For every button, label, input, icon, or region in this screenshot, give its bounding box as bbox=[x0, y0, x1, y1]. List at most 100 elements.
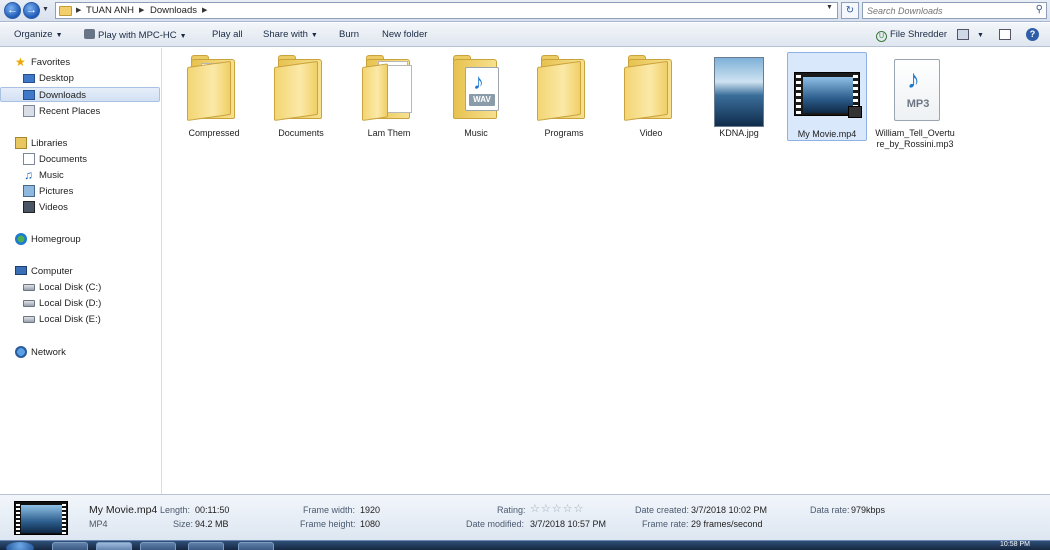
wav-badge: WAV bbox=[469, 94, 495, 106]
nav-local-disk-c[interactable]: Local Disk (C:) bbox=[0, 280, 160, 295]
folder-icon bbox=[537, 55, 591, 127]
details-file-name: My Movie.mp4 bbox=[89, 504, 158, 516]
burn-button[interactable]: Burn bbox=[339, 29, 359, 40]
nav-favorites[interactable]: ★ Favorites bbox=[0, 55, 160, 70]
details-size-label: Size: bbox=[173, 519, 194, 529]
music-note-icon: ♪ bbox=[473, 69, 484, 94]
homegroup-icon bbox=[15, 233, 27, 245]
details-rating-label: Rating: bbox=[497, 505, 526, 515]
documents-icon bbox=[23, 153, 35, 165]
details-date-created: 3/7/2018 10:02 PM bbox=[691, 505, 768, 515]
file-item-kdna-jpg[interactable]: KDNA.jpg bbox=[699, 52, 779, 139]
nav-local-disk-d-label: Local Disk (D:) bbox=[39, 298, 102, 309]
nav-local-disk-e[interactable]: Local Disk (E:) bbox=[0, 312, 160, 327]
nav-music-label: Music bbox=[39, 170, 64, 181]
file-shredder-button[interactable]: U File Shredder bbox=[876, 29, 947, 42]
chevron-down-icon: ▼ bbox=[55, 32, 63, 39]
nav-desktop-label: Desktop bbox=[39, 73, 74, 84]
details-date-modified-label: Date modified: bbox=[466, 519, 525, 529]
nav-computer[interactable]: Computer bbox=[0, 264, 160, 279]
taskbar-ie-button[interactable] bbox=[52, 542, 88, 550]
details-size: 94.2 MB bbox=[195, 519, 229, 529]
mp3-badge: MP3 bbox=[906, 98, 930, 110]
navigation-pane: ★ Favorites Desktop Downloads Recent Pla… bbox=[0, 48, 162, 494]
share-with-button[interactable]: Share with ▼ bbox=[263, 29, 318, 40]
wav-file-icon: ♪ WAV bbox=[465, 67, 499, 111]
nav-network[interactable]: Network bbox=[0, 345, 160, 360]
help-icon[interactable]: ? bbox=[1026, 28, 1039, 41]
taskbar-clock[interactable]: 10:58 PM bbox=[1000, 541, 1030, 548]
play-with-button[interactable]: Play with MPC-HC ▼ bbox=[84, 29, 187, 41]
star-outline-icon[interactable]: ☆ bbox=[530, 503, 541, 515]
details-frame-height-label: Frame height: bbox=[300, 519, 356, 529]
preview-pane-icon[interactable] bbox=[999, 29, 1011, 40]
details-frame-width-label: Frame width: bbox=[303, 505, 356, 515]
file-item-lam-them[interactable]: Lam Them bbox=[349, 52, 429, 139]
start-button[interactable] bbox=[6, 542, 34, 550]
nav-local-disk-d[interactable]: Local Disk (D:) bbox=[0, 296, 160, 311]
organize-button[interactable]: Organize ▼ bbox=[14, 29, 63, 40]
new-folder-button[interactable]: New folder bbox=[382, 29, 427, 40]
file-item-documents[interactable]: Documents bbox=[261, 52, 341, 139]
search-input[interactable] bbox=[867, 4, 1027, 17]
breadcrumb-arrow-icon[interactable]: ▶ bbox=[139, 6, 144, 14]
nav-libraries[interactable]: Libraries bbox=[0, 136, 160, 151]
file-name: Programs bbox=[544, 128, 584, 138]
folder-icon bbox=[624, 55, 678, 127]
search-icon[interactable]: ⚲ bbox=[1036, 4, 1043, 15]
details-frame-rate-label: Frame rate: bbox=[642, 519, 689, 529]
file-list: Compressed Documents Lam Them ♪ WAV Musi… bbox=[163, 48, 1050, 494]
change-view-icon[interactable] bbox=[957, 29, 969, 40]
star-outline-icon[interactable]: ☆ bbox=[574, 503, 585, 515]
folder-icon bbox=[362, 55, 416, 127]
breadcrumb[interactable]: ▶ TUAN ANH ▶ Downloads ▶ bbox=[55, 2, 838, 19]
music-note-icon: ♪ bbox=[907, 64, 920, 94]
file-item-compressed[interactable]: Compressed bbox=[174, 52, 254, 139]
folder-icon bbox=[187, 55, 241, 127]
file-item-william-tell-mp3[interactable]: ♪ MP3 William_Tell_Overture_by_Rossini.m… bbox=[875, 52, 955, 150]
details-length: 00:11:50 bbox=[195, 505, 230, 515]
nav-documents[interactable]: Documents bbox=[0, 152, 160, 167]
nav-local-disk-e-label: Local Disk (E:) bbox=[39, 314, 101, 325]
taskbar-chrome-button[interactable] bbox=[140, 542, 176, 550]
star-outline-icon[interactable]: ☆ bbox=[541, 503, 552, 515]
breadcrumb-item-downloads[interactable]: Downloads bbox=[150, 5, 197, 16]
file-item-my-movie-mp4[interactable]: My Movie.mp4 bbox=[787, 52, 867, 141]
nav-desktop[interactable]: Desktop bbox=[0, 71, 160, 86]
breadcrumb-item-tuan-anh[interactable]: TUAN ANH bbox=[86, 5, 134, 16]
play-all-button[interactable]: Play all bbox=[212, 29, 243, 40]
star-outline-icon[interactable]: ☆ bbox=[563, 503, 574, 515]
taskbar-app-button[interactable] bbox=[188, 542, 224, 550]
view-options-dropdown-icon[interactable]: ▼ bbox=[974, 29, 984, 40]
taskbar-explorer-button[interactable] bbox=[96, 542, 132, 550]
videos-icon bbox=[23, 201, 35, 213]
search-box[interactable]: ⚲ bbox=[862, 2, 1047, 19]
nav-homegroup[interactable]: Homegroup bbox=[0, 232, 160, 247]
file-item-video[interactable]: Video bbox=[611, 52, 691, 139]
breadcrumb-arrow-icon[interactable]: ▶ bbox=[202, 6, 207, 14]
nav-pictures[interactable]: Pictures bbox=[0, 184, 160, 199]
star-outline-icon[interactable]: ☆ bbox=[552, 503, 563, 515]
nav-downloads[interactable]: Downloads bbox=[0, 87, 160, 102]
address-history-dropdown-icon[interactable]: ▼ bbox=[826, 4, 833, 11]
taskbar-app-button[interactable] bbox=[238, 542, 274, 550]
file-item-music[interactable]: ♪ WAV Music bbox=[436, 52, 516, 139]
nav-music[interactable]: ♫ Music bbox=[0, 168, 160, 183]
file-shredder-label: File Shredder bbox=[890, 29, 948, 40]
recent-pages-dropdown[interactable]: ▼ bbox=[42, 6, 49, 13]
rating-stars[interactable]: ☆☆☆☆☆ bbox=[530, 502, 584, 515]
hard-drive-icon bbox=[23, 284, 35, 291]
file-name: Music bbox=[464, 128, 488, 138]
refresh-button[interactable]: ↻ bbox=[841, 2, 859, 19]
breadcrumb-arrow-icon[interactable]: ▶ bbox=[76, 6, 81, 14]
play-with-label: Play with MPC-HC bbox=[98, 30, 177, 41]
chevron-down-icon: ▼ bbox=[310, 32, 318, 39]
nav-favorites-label: Favorites bbox=[31, 57, 71, 68]
chevron-down-icon: ▼ bbox=[179, 33, 187, 40]
video-thumbnail bbox=[794, 56, 862, 128]
file-item-programs[interactable]: Programs bbox=[524, 52, 604, 139]
forward-button[interactable]: → bbox=[23, 2, 40, 19]
nav-recent-places[interactable]: Recent Places bbox=[0, 104, 160, 119]
nav-videos[interactable]: Videos bbox=[0, 200, 160, 215]
back-button[interactable]: ← bbox=[4, 2, 21, 19]
